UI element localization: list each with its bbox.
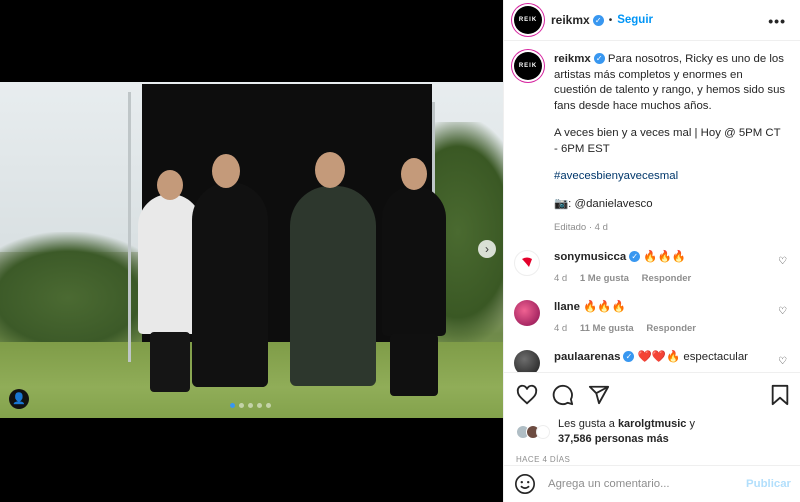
comment-username[interactable]: paulaarenas: [554, 351, 620, 363]
comment-text: 🔥🔥🔥: [643, 250, 686, 263]
like-comment-icon[interactable]: ♡: [778, 356, 787, 367]
verified-badge-icon: ✓: [623, 350, 635, 362]
post-date[interactable]: HACE 4 DÍAS: [516, 455, 791, 464]
comment-input[interactable]: [548, 478, 747, 490]
person-2-head: [212, 154, 240, 188]
action-icons: [516, 381, 791, 409]
comment-time[interactable]: 4 d: [554, 273, 567, 284]
post-header: REIK reikmx ✓ • Seguir •••: [504, 0, 800, 41]
person-2: [192, 182, 268, 387]
comment-item: sonymusicca ✓ 🔥🔥🔥 4 d 1 Me gusta Responde…: [514, 249, 787, 286]
comment-meta: 4 d 11 Me gusta Responder: [554, 321, 706, 336]
likes-middle: y: [686, 418, 695, 430]
verified-badge-icon: ✓: [593, 53, 605, 64]
likes-user[interactable]: karolgtmusic: [618, 418, 686, 430]
author-username[interactable]: reikmx ✓: [551, 13, 604, 27]
comment-item: paulaarenas ✓ ❤️❤️🔥 espectacular ♡: [514, 349, 787, 373]
like-comment-icon[interactable]: ♡: [778, 256, 787, 267]
caption-line2: A veces bien y a veces mal | Hoy @ 5PM C…: [554, 127, 781, 155]
carousel-dot: [248, 403, 253, 408]
comment-body: paulaarenas ✓ ❤️❤️🔥 espectacular: [554, 350, 748, 373]
verified-badge-icon: ✓: [629, 250, 641, 262]
add-comment-bar: Publicar: [504, 465, 800, 502]
comment-meta: 4 d 1 Me gusta Responder: [554, 271, 701, 286]
save-bookmark-icon[interactable]: [769, 384, 791, 406]
liker-avatar: [536, 425, 550, 439]
like-comment-icon[interactable]: ♡: [778, 306, 787, 317]
caption: REIK reikmx ✓ Para nosotros, Ricky es uno…: [514, 52, 787, 236]
comment-text: ❤️❤️🔥 espectacular: [637, 350, 748, 363]
caption-hashtag[interactable]: #avecesbienyavecesmal: [554, 170, 678, 182]
tagged-people-icon[interactable]: 👤: [9, 389, 29, 409]
carousel-dot: [230, 403, 235, 408]
comment-body: llane 🔥🔥🔥 4 d 11 Me gusta Responder: [554, 300, 706, 336]
follow-button[interactable]: Seguir: [617, 14, 653, 26]
person-4-legs: [390, 334, 438, 396]
post-actions: Les gusta a karolgtmusic y 37,586 person…: [504, 372, 800, 464]
share-send-icon[interactable]: [588, 384, 610, 406]
comment-body: sonymusicca ✓ 🔥🔥🔥 4 d 1 Me gusta Responde…: [554, 250, 701, 286]
likes-prefix: Les gusta a: [558, 418, 618, 430]
caption-username[interactable]: reikmx: [554, 53, 591, 65]
person-4: [382, 186, 446, 336]
comment-likes[interactable]: 11 Me gusta: [580, 323, 634, 334]
comment-bubble-icon[interactable]: [552, 384, 574, 406]
author-avatar[interactable]: REIK: [514, 6, 542, 34]
carousel-dot: [239, 403, 244, 408]
comment-reply-button[interactable]: Responder: [642, 273, 692, 284]
verified-badge-icon: ✓: [592, 15, 604, 26]
comment-username[interactable]: sonymusicca: [554, 251, 626, 263]
publish-button[interactable]: Publicar: [746, 478, 791, 490]
comment-reply-button[interactable]: Responder: [646, 323, 696, 334]
likes-summary: Les gusta a karolgtmusic y 37,586 person…: [516, 417, 791, 447]
light-stand-left: [128, 92, 131, 362]
comment-avatar[interactable]: [514, 349, 540, 372]
more-options-icon[interactable]: •••: [768, 13, 786, 29]
comment-item: llane 🔥🔥🔥 4 d 11 Me gusta Responder ♡: [514, 299, 787, 336]
post-side-panel: REIK reikmx ✓ • Seguir ••• REIK reikmx ✓ P…: [503, 0, 800, 502]
comment-likes[interactable]: 1 Me gusta: [580, 273, 629, 284]
caption-avatar[interactable]: REIK: [514, 52, 542, 80]
person-1-legs: [150, 332, 190, 392]
comment-username[interactable]: llane: [554, 301, 580, 313]
carousel-next-button[interactable]: ›: [478, 240, 496, 258]
likes-count[interactable]: 37,586 personas más: [558, 433, 669, 445]
person-4-head: [401, 158, 427, 190]
caption-edited: Editado · 4 d: [554, 222, 608, 233]
person-3: [290, 186, 376, 386]
comment-avatar[interactable]: [514, 249, 540, 276]
comment-avatar[interactable]: [514, 299, 540, 326]
comments-list[interactable]: REIK reikmx ✓ Para nosotros, Ricky es uno…: [504, 42, 800, 372]
likes-text: Les gusta a karolgtmusic y 37,586 person…: [558, 417, 695, 447]
sony-music-logo-icon: [522, 257, 532, 267]
comment-text: 🔥🔥🔥: [583, 300, 626, 313]
carousel-dots: [230, 403, 271, 408]
caption-credit: 📷: @danielavesco: [554, 197, 653, 210]
author-username-text[interactable]: reikmx: [551, 13, 590, 27]
comment-time[interactable]: 4 d: [554, 323, 567, 334]
post-media: › 👤: [0, 0, 503, 502]
emoji-icon[interactable]: [514, 473, 536, 495]
header-separator: •: [608, 14, 613, 26]
post-photo[interactable]: [0, 82, 503, 418]
carousel-dot: [257, 403, 262, 408]
like-heart-icon[interactable]: [516, 384, 538, 406]
person-3-head: [315, 152, 345, 188]
caption-body: reikmx ✓ Para nosotros, Ricky es uno de l…: [554, 52, 787, 236]
person-1-head: [157, 170, 183, 200]
carousel-dot: [266, 403, 271, 408]
